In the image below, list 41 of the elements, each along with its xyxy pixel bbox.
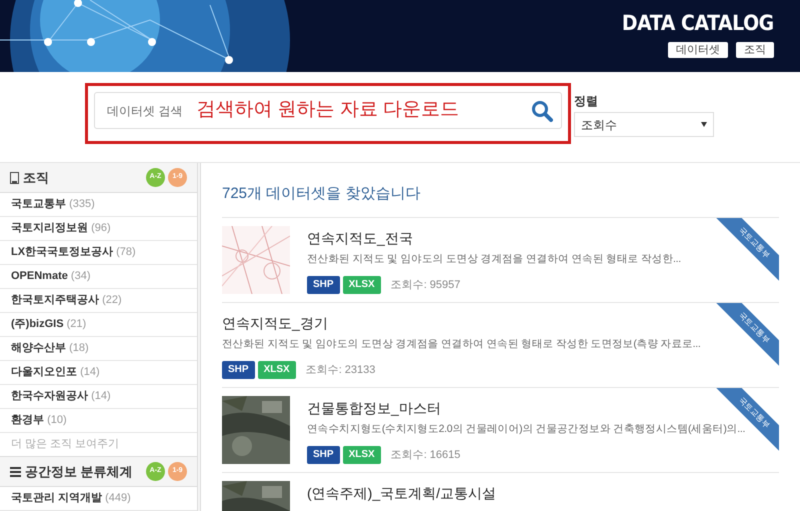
dataset-description: 전산화된 지적도 및 임야도의 도면상 경계점을 연결하여 연속된 형태로 작성한...: [307, 252, 681, 267]
sidebar-item[interactable]: OPENmate (34): [0, 265, 197, 289]
logo: DATA CATALOG: [622, 10, 774, 36]
list-icon: [10, 466, 21, 476]
sort-dropdown[interactable]: 조회수: [574, 112, 714, 137]
sort-label: 정렬: [574, 93, 599, 110]
format-badge: XLSX: [342, 446, 381, 464]
section-title: 공간정보 분류체계: [25, 462, 133, 481]
view-count: 조회수: 23133: [306, 362, 376, 378]
building-icon: [10, 172, 19, 184]
nav-button[interactable]: 조직: [736, 42, 774, 58]
caret-icon: [701, 122, 707, 127]
view-count: 조회수: 16615: [390, 448, 460, 463]
sidebar-item[interactable]: 한국토지주택공사 (22): [0, 289, 197, 313]
sidebar-item[interactable]: 국토지리정보원 (96): [0, 217, 197, 241]
sidebar-item[interactable]: 국토교통부 (335): [0, 193, 197, 217]
annotation-text: 검색하여 원하는 자료 다운로드: [196, 98, 460, 122]
dataset-title[interactable]: (연속주제)_국토계획/교통시설: [307, 483, 496, 503]
nav-button[interactable]: 데이터셋: [668, 42, 728, 58]
results-heading: 725개 데이터셋을 찾았습니다: [222, 184, 422, 204]
section-title: 조직: [23, 168, 49, 187]
dataset-title[interactable]: 건물통합정보_마스터: [307, 398, 441, 418]
format-badge: SHP: [307, 276, 340, 294]
view-count: 조회수: 95957: [390, 278, 460, 293]
sidebar-item[interactable]: 한국수자원공사 (14): [0, 385, 197, 409]
search-icon[interactable]: [531, 100, 553, 122]
format-badge: XLSX: [258, 361, 296, 379]
format-badge: XLSX: [342, 276, 381, 294]
sidebar-item[interactable]: LX한국국토정보공사 (78): [0, 241, 197, 265]
sidebar-item[interactable]: (주)bizGIS (21): [0, 313, 197, 337]
sidebar-item[interactable]: 다울지오인포 (14): [0, 361, 197, 385]
dataset-title[interactable]: 연속지적도_경기: [222, 313, 328, 333]
sidebar-item[interactable]: 해양수산부 (18): [0, 337, 197, 361]
format-badge: SHP: [307, 446, 340, 464]
sidebar-item[interactable]: 국토관리 지역개발 (449): [0, 487, 197, 511]
search-field[interactable]: 데이터셋 검색 검색하여 원하는 자료 다운로드: [94, 92, 562, 129]
dataset-description: 전산화된 지적도 및 임야도의 도면상 경계점을 연결하여 연속된 형태로 작성한 도면정보(측량 자료로...: [222, 337, 701, 352]
sidebar-item[interactable]: 환경부 (10): [0, 409, 197, 433]
dataset-title[interactable]: 연속지적도_전국: [307, 228, 413, 248]
search-placeholder: 데이터셋 검색: [107, 102, 182, 120]
format-badge: SHP: [222, 361, 255, 379]
